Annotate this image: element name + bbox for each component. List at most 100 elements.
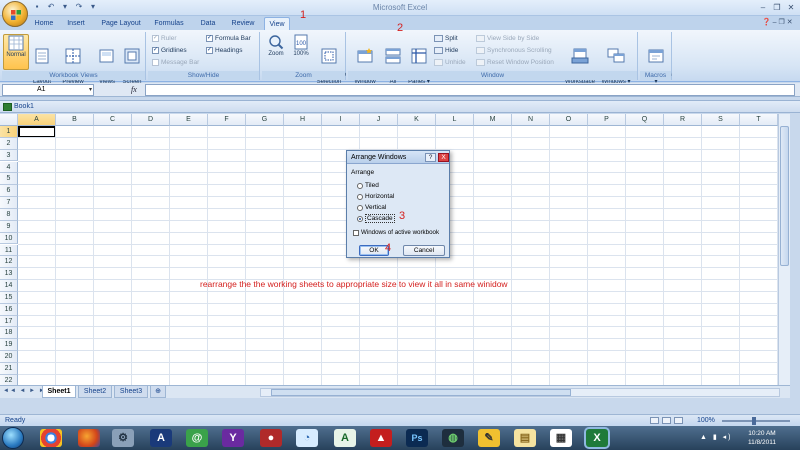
chevron-down-icon[interactable]: ▾	[89, 85, 92, 95]
radio-vertical[interactable]: Vertical	[357, 204, 386, 211]
page-layout-view-icon[interactable]	[662, 417, 671, 424]
tab-home[interactable]: Home	[30, 17, 58, 30]
close-icon[interactable]: X	[438, 153, 449, 162]
column-header[interactable]: T	[740, 114, 778, 126]
page-layout-button[interactable]: Page Layout	[30, 34, 54, 85]
sheet-tab-sheet2[interactable]: Sheet2	[78, 386, 112, 398]
split-button[interactable]: Split	[434, 35, 458, 42]
row-header[interactable]: 5	[0, 173, 18, 186]
vertical-scrollbar[interactable]	[778, 114, 790, 385]
formula-bar-checkbox[interactable]: ✓ Formula Bar	[206, 35, 251, 42]
zoom-slider[interactable]	[722, 417, 790, 425]
app-a-icon[interactable]: A	[334, 429, 356, 447]
sheet-tab-sheet1[interactable]: Sheet1	[42, 386, 76, 398]
column-header[interactable]: D	[132, 114, 170, 126]
zoom-level[interactable]: 100%	[697, 417, 715, 424]
tab-view[interactable]: View	[264, 17, 290, 30]
pdf-icon[interactable]: ▲	[370, 429, 392, 447]
chat-icon[interactable]: ◔	[296, 429, 318, 447]
column-header[interactable]: B	[56, 114, 94, 126]
row-header[interactable]: 15	[0, 291, 18, 304]
row-header[interactable]: 13	[0, 268, 18, 280]
messenger-icon[interactable]: Y	[222, 429, 244, 447]
row-header[interactable]: 6	[0, 185, 18, 198]
sheet-tab-sheet3[interactable]: Sheet3	[114, 386, 148, 398]
row-header[interactable]: 12	[0, 256, 18, 269]
restore-icon[interactable]: ❐	[770, 1, 784, 14]
tab-data[interactable]: Data	[196, 17, 220, 30]
help-icon[interactable]: ❓ – ❐ ✕	[762, 18, 793, 26]
folder-icon[interactable]: ▤	[514, 429, 536, 447]
freeze-panes-button[interactable]: Freeze Panes ▾	[406, 34, 435, 85]
row-header[interactable]: 21	[0, 363, 18, 375]
insert-sheet-icon[interactable]: ⊕	[150, 386, 166, 398]
minimize-icon[interactable]: –	[756, 1, 770, 14]
tab-review[interactable]: Review	[228, 17, 258, 30]
column-header[interactable]: J	[360, 114, 398, 126]
zoom-100-button[interactable]: 100 100%	[289, 34, 313, 70]
column-header[interactable]: H	[284, 114, 322, 126]
macros-button[interactable]: Macros ▾	[642, 34, 672, 85]
zoom-button[interactable]: Zoom	[264, 34, 288, 70]
draw-icon[interactable]: ✎	[478, 429, 500, 447]
new-window-button[interactable]: New Window	[350, 34, 380, 85]
page-break-preview-button[interactable]: Page Break Preview	[54, 34, 95, 85]
radio-tiled[interactable]: Tiled	[357, 182, 379, 189]
paint-icon[interactable]: ◍	[442, 429, 464, 447]
windows-of-active-workbook-checkbox[interactable]: Windows of active workbook	[353, 229, 439, 236]
switch-windows-button[interactable]: Switch Windows ▾	[598, 34, 634, 85]
column-header[interactable]: A	[18, 114, 56, 126]
tab-formulas[interactable]: Formulas	[152, 17, 186, 30]
column-header[interactable]: I	[322, 114, 360, 126]
row-header[interactable]: 10	[0, 232, 18, 245]
media-icon[interactable]: ●	[260, 429, 282, 447]
row-header[interactable]: 17	[0, 315, 18, 328]
row-header[interactable]: 1	[0, 126, 18, 138]
column-header[interactable]: L	[436, 114, 474, 126]
photoshop-icon[interactable]: Ps	[406, 429, 428, 447]
select-all-corner[interactable]	[0, 114, 18, 126]
custom-views-button[interactable]: Custom Views	[94, 34, 125, 85]
insert-function-icon[interactable]: fx	[131, 84, 137, 95]
row-header[interactable]: 22	[0, 374, 18, 385]
zoom-to-selection-button[interactable]: Zoom to Selection	[314, 34, 346, 85]
hide-button[interactable]: Hide	[434, 47, 458, 54]
column-header[interactable]: K	[398, 114, 436, 126]
row-header[interactable]: 3	[0, 149, 18, 162]
horizontal-scrollbar[interactable]	[260, 388, 780, 397]
clock[interactable]: 10:20 AM 11/8/2011	[748, 429, 776, 447]
firefox-icon[interactable]	[78, 429, 100, 447]
row-header[interactable]: 14	[0, 280, 18, 292]
column-header[interactable]: F	[208, 114, 246, 126]
column-header[interactable]: N	[512, 114, 550, 126]
normal-view-icon[interactable]	[650, 417, 659, 424]
close-icon[interactable]: ✕	[784, 1, 798, 14]
unhide-button[interactable]: Unhide	[434, 59, 466, 66]
radio-horizontal[interactable]: Horizontal	[357, 193, 394, 200]
row-header[interactable]: 4	[0, 161, 18, 174]
start-button[interactable]	[2, 427, 24, 449]
row-header[interactable]: 8	[0, 208, 18, 221]
row-header[interactable]: 20	[0, 351, 18, 363]
column-header[interactable]: G	[246, 114, 284, 126]
name-box[interactable]: A1 ▾	[2, 84, 94, 96]
zoom-slider-knob[interactable]	[752, 417, 756, 425]
row-header[interactable]: 16	[0, 303, 18, 316]
headings-checkbox[interactable]: ✓ Headings	[206, 47, 242, 54]
chrome-icon[interactable]	[40, 429, 62, 447]
system-tray-icons[interactable]: ▲ ▮ ◂)	[700, 433, 733, 441]
synchronous-scrolling-button[interactable]: Synchronous Scrolling	[476, 47, 552, 54]
view-side-by-side-button[interactable]: View Side by Side	[476, 35, 539, 42]
row-header[interactable]: 19	[0, 339, 18, 352]
radio-cascade[interactable]: Cascade	[357, 214, 395, 223]
row-header[interactable]: 2	[0, 137, 18, 150]
column-header[interactable]: P	[588, 114, 626, 126]
horizontal-scroll-thumb[interactable]	[271, 389, 571, 396]
column-header[interactable]: Q	[626, 114, 664, 126]
message-bar-checkbox[interactable]: Message Bar	[152, 59, 199, 66]
settings-icon[interactable]: ⚙	[112, 429, 134, 447]
help-icon[interactable]: ?	[425, 153, 436, 162]
arrange-all-button[interactable]: Arrange All	[380, 34, 411, 85]
save-workspace-button[interactable]: Save Workspace	[562, 34, 598, 85]
column-header[interactable]: M	[474, 114, 512, 126]
